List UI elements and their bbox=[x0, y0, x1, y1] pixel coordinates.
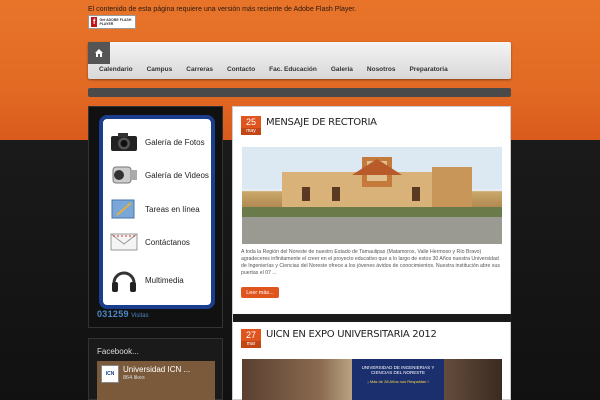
facebook-likes: 864 likes bbox=[123, 375, 145, 381]
link-photo-gallery-label: Galería de Fotos bbox=[145, 137, 205, 147]
link-multimedia-label: Multimedia bbox=[145, 275, 184, 285]
flash-logo-icon: f bbox=[91, 17, 98, 27]
video-camera-icon bbox=[109, 162, 139, 188]
posts-area: 25 may MENSAJE DE RECTORIA A toda la Reg… bbox=[232, 106, 512, 400]
post-2-day: 27 bbox=[241, 329, 261, 341]
link-photo-gallery[interactable]: Galería de Fotos bbox=[109, 129, 205, 155]
post-2-month: mar bbox=[241, 341, 261, 348]
sidebar-links-panel: Galería de Fotos Galería de Videos Tarea… bbox=[88, 106, 223, 328]
envelope-icon bbox=[109, 229, 139, 255]
camera-icon bbox=[109, 129, 139, 155]
post-2-banner-line-2: ¡ Más de 28 Años nos Respaldan ! bbox=[367, 379, 429, 384]
link-contact-label: Contáctanos bbox=[145, 237, 190, 247]
nav-item-nosotros[interactable]: Nosotros bbox=[360, 66, 403, 73]
link-online-homework[interactable]: Tareas en línea bbox=[109, 196, 200, 222]
headphones-icon bbox=[109, 267, 139, 293]
notebook-icon bbox=[109, 196, 139, 222]
posts-divider bbox=[233, 314, 512, 322]
visit-counter: 031259 Visitas bbox=[97, 309, 149, 319]
post-1-image[interactable] bbox=[242, 147, 502, 244]
post-1-month: may bbox=[241, 128, 261, 135]
nav-item-fac-educacion[interactable]: Fac. Educación bbox=[262, 66, 324, 73]
post-1-excerpt: A toda la Región del Noreste de nuestro … bbox=[241, 249, 500, 276]
post-1-title[interactable]: MENSAJE DE RECTORIA bbox=[266, 117, 377, 128]
university-logo: ICN bbox=[101, 365, 119, 383]
post-2-banner: UNIVERSIDAD DE INGENIERIAS Y CIENCIAS DE… bbox=[352, 359, 444, 400]
facebook-widget-title: Facebook... bbox=[97, 347, 139, 356]
home-button[interactable] bbox=[88, 42, 110, 64]
link-multimedia[interactable]: Multimedia bbox=[109, 267, 184, 293]
main-navigation: Calendario Campus Carreras Contacto Fac.… bbox=[88, 42, 511, 79]
link-video-gallery-label: Galería de Videos bbox=[145, 170, 209, 180]
home-icon bbox=[95, 49, 103, 57]
get-flash-player-badge[interactable]: f Get ADOBE FLASH PLAYER bbox=[88, 15, 136, 29]
post-2-date-badge: 27 mar bbox=[241, 329, 261, 348]
separator-bar bbox=[88, 88, 511, 97]
link-video-gallery[interactable]: Galería de Videos bbox=[109, 162, 209, 188]
post-2-banner-line-1: UNIVERSIDAD DE INGENIERIAS Y CIENCIAS DE… bbox=[361, 365, 435, 375]
facebook-page-name[interactable]: Universidad ICN ... bbox=[123, 365, 190, 374]
link-online-homework-label: Tareas en línea bbox=[145, 204, 200, 214]
visit-count: 031259 bbox=[97, 309, 129, 319]
quick-links-box: Galería de Fotos Galería de Videos Tarea… bbox=[99, 115, 215, 309]
post-1-day: 25 bbox=[241, 116, 261, 128]
nav-item-calendario[interactable]: Calendario bbox=[92, 66, 140, 73]
facebook-widget: Facebook... ICN Universidad ICN ... 864 … bbox=[88, 338, 223, 400]
nav-item-contacto[interactable]: Contacto bbox=[220, 66, 262, 73]
nav-item-galeria[interactable]: Galería bbox=[324, 66, 360, 73]
nav-item-carreras[interactable]: Carreras bbox=[179, 66, 220, 73]
link-contact[interactable]: Contáctanos bbox=[109, 229, 190, 255]
flash-upgrade-message: El contenido de esta página requiere una… bbox=[88, 6, 357, 13]
facebook-page-card[interactable]: ICN Universidad ICN ... 864 likes bbox=[97, 361, 215, 400]
visit-label: Visitas bbox=[131, 313, 149, 319]
post-1-read-more-button[interactable]: Leer más... bbox=[241, 287, 279, 298]
post-2-title[interactable]: UICN EN EXPO UNIVERSITARIA 2012 bbox=[266, 329, 437, 340]
nav-item-campus[interactable]: Campus bbox=[140, 66, 180, 73]
post-1-date-badge: 25 may bbox=[241, 116, 261, 135]
post-2-image[interactable]: UNIVERSIDAD DE INGENIERIAS Y CIENCIAS DE… bbox=[242, 359, 502, 400]
flash-badge-text: Get ADOBE FLASH PLAYER bbox=[99, 18, 132, 26]
nav-item-preparatoria[interactable]: Preparatoria bbox=[402, 66, 454, 73]
